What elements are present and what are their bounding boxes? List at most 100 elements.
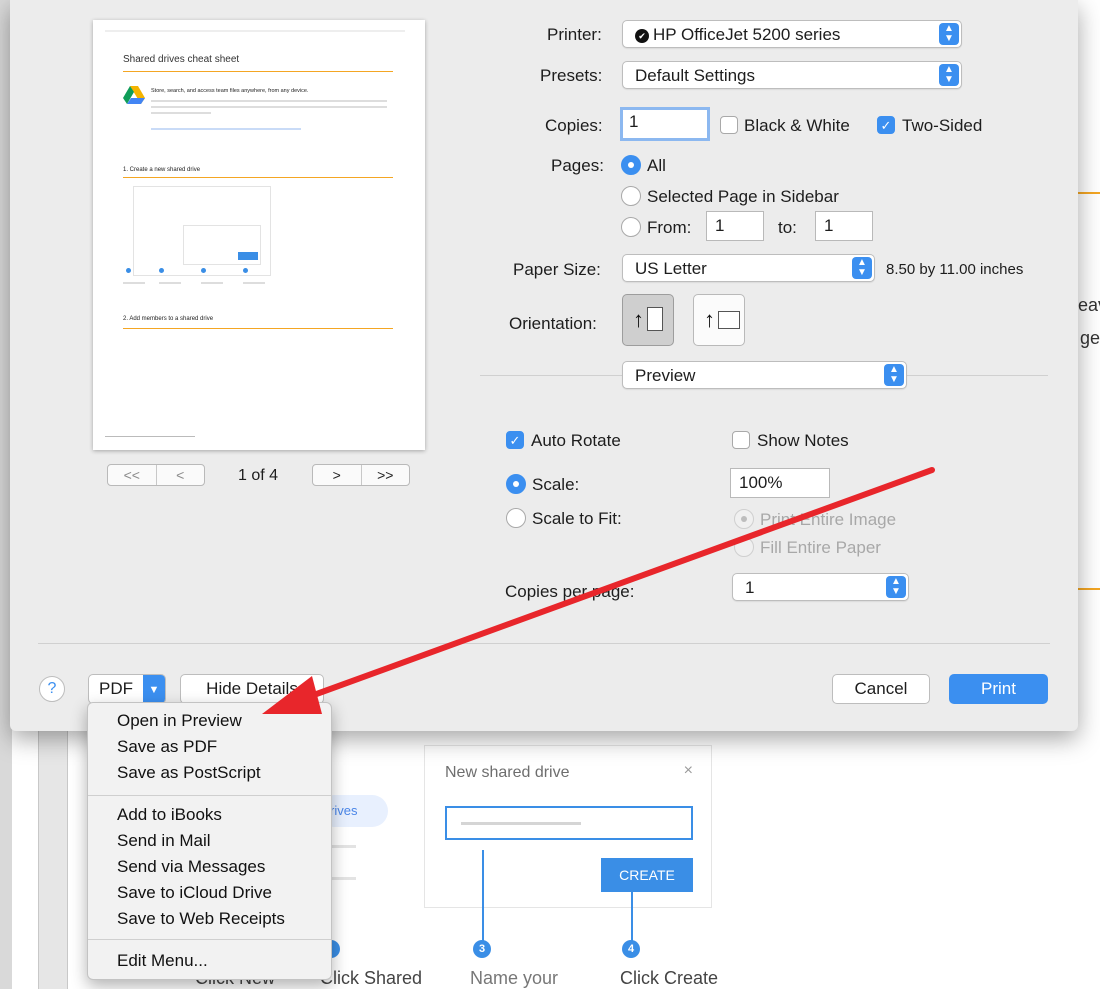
page-indicator: 1 of 4 (238, 467, 279, 484)
pdf-button-label: PDF (99, 679, 133, 698)
print-preview-page[interactable]: Shared drives cheat sheet Store, search,… (93, 20, 425, 450)
pages-label: Pages: (551, 156, 604, 175)
background-orange-rule (1076, 192, 1100, 194)
pages-all-label: All (647, 156, 666, 175)
presets-select[interactable]: Default Settings ▲ ▼ (622, 61, 962, 89)
paper-size-dimensions: 8.50 by 11.00 inches (886, 261, 1024, 278)
pdf-dropdown-menu: Open in Preview Save as PDF Save as Post… (87, 702, 332, 980)
paper-size-value: US Letter (635, 259, 707, 278)
paper-size-select[interactable]: US Letter ▲ ▼ (622, 254, 875, 282)
menu-item-save-as-pdf[interactable]: Save as PDF (117, 737, 217, 757)
menu-separator (88, 939, 331, 940)
help-button[interactable]: ? (39, 676, 65, 702)
two-sided-label: Two-Sided (902, 116, 983, 135)
first-page-button[interactable]: << (108, 465, 156, 485)
printer-select[interactable]: ✔ HP OfficeJet 5200 series ▲ ▼ (622, 20, 962, 48)
menu-item-save-to-web-receipts[interactable]: Save to Web Receipts (117, 909, 285, 929)
app-options-value: Preview (635, 366, 696, 385)
preview-section-2: 2. Add members to a shared drive (123, 316, 214, 322)
hide-details-button[interactable]: Hide Details (180, 674, 324, 704)
menu-separator (88, 795, 331, 796)
auto-rotate-checkbox[interactable]: ✓ (506, 431, 524, 449)
menu-item-edit-menu[interactable]: Edit Menu... (117, 951, 208, 971)
menu-item-open-in-preview[interactable]: Open in Preview (117, 711, 242, 731)
print-button[interactable]: Print (949, 674, 1048, 704)
landscape-orientation-button[interactable]: ↑ (693, 294, 745, 346)
background-card-input (445, 806, 693, 840)
previous-page-button[interactable]: < (155, 465, 205, 485)
pages-range-radio[interactable] (621, 217, 641, 237)
background-text-fragment: ge (1080, 328, 1100, 348)
scale-radio[interactable] (506, 474, 526, 494)
menu-item-send-in-mail[interactable]: Send in Mail (117, 831, 211, 851)
copies-per-page-value: 1 (745, 578, 755, 597)
background-card-title: New shared drive (445, 764, 570, 781)
copies-field[interactable]: 1 (620, 107, 710, 141)
fill-entire-paper-radio[interactable] (734, 537, 754, 557)
scale-to-fit-radio[interactable] (506, 508, 526, 528)
scale-label: Scale: (532, 475, 580, 494)
print-entire-image-radio[interactable] (734, 509, 754, 529)
google-drive-icon (123, 86, 145, 104)
next-page-button[interactable]: > (313, 465, 361, 485)
printer-label: Printer: (547, 25, 602, 44)
scale-field[interactable]: 100% (730, 468, 830, 498)
background-connector (631, 892, 633, 942)
show-notes-label: Show Notes (757, 431, 849, 450)
scale-to-fit-label: Scale to Fit: (532, 509, 622, 528)
menu-item-save-as-postscript[interactable]: Save as PostScript (117, 763, 261, 783)
copies-per-page-select[interactable]: 1 ▲ ▼ (732, 573, 909, 601)
page-nav-back-group: << < (107, 464, 205, 486)
background-create-button: CREATE (601, 858, 693, 892)
popup-arrows-icon: ▲ ▼ (852, 257, 872, 279)
background-step-3: 3 (473, 940, 491, 958)
presets-value: Default Settings (635, 66, 756, 85)
two-sided-checkbox[interactable]: ✓ (877, 116, 895, 134)
background-caption: Click Create (620, 968, 719, 988)
background-new-drive-card: New shared drive × CREATE (424, 745, 712, 908)
pages-all-radio[interactable] (621, 155, 641, 175)
presets-label: Presets: (540, 66, 603, 85)
background-caption: Name your (470, 968, 559, 988)
orientation-label: Orientation: (509, 314, 597, 333)
pages-to-label: to: (778, 218, 797, 237)
pages-from-field[interactable]: 1 (706, 211, 764, 241)
printer-value: HP OfficeJet 5200 series (653, 25, 841, 44)
copies-per-page-label: Copies per page: (505, 582, 635, 601)
app-options-select[interactable]: Preview ▲ ▼ (622, 361, 907, 389)
cancel-button[interactable]: Cancel (832, 674, 930, 704)
background-text-fragment: eav (1078, 295, 1100, 315)
black-white-label: Black & White (744, 116, 850, 135)
pdf-menu-button[interactable]: PDF ▼ (88, 674, 166, 704)
pages-selected-label: Selected Page in Sidebar (647, 187, 839, 206)
popup-arrows-icon: ▲ ▼ (886, 576, 906, 598)
popup-arrows-icon: ▲ ▼ (939, 23, 959, 45)
printer-status-icon: ✔ (635, 29, 649, 43)
preview-section-1: 1. Create a new shared drive (123, 167, 201, 173)
auto-rotate-label: Auto Rotate (531, 431, 621, 450)
paper-size-label: Paper Size: (513, 260, 601, 279)
last-page-button[interactable]: >> (360, 465, 410, 485)
menu-item-save-to-icloud-drive[interactable]: Save to iCloud Drive (117, 883, 272, 903)
menu-item-add-to-ibooks[interactable]: Add to iBooks (117, 805, 222, 825)
pages-selected-radio[interactable] (621, 186, 641, 206)
print-entire-image-label: Print Entire Image (760, 510, 897, 529)
landscape-orientation-icon: ↑ (704, 307, 715, 332)
copies-label: Copies: (545, 116, 603, 135)
black-white-checkbox[interactable] (720, 116, 738, 134)
preview-page-title: Shared drives cheat sheet (123, 54, 240, 65)
fill-entire-paper-label: Fill Entire Paper (760, 538, 881, 557)
chevron-down-icon: ▼ (143, 675, 165, 703)
background-caption: Click Shared (320, 968, 423, 988)
show-notes-checkbox[interactable] (732, 431, 750, 449)
menu-item-send-via-messages[interactable]: Send via Messages (117, 857, 265, 877)
print-dialog: Shared drives cheat sheet Store, search,… (10, 0, 1078, 731)
footer-divider (38, 643, 1050, 644)
portrait-orientation-icon: ↑ (633, 307, 644, 332)
portrait-orientation-button[interactable]: ↑ (622, 294, 674, 346)
pages-to-field[interactable]: 1 (815, 211, 873, 241)
background-scrollbar (38, 700, 68, 989)
pages-from-label: From: (647, 218, 692, 237)
background-close-icon: × (683, 762, 693, 779)
background-connector (482, 850, 484, 942)
